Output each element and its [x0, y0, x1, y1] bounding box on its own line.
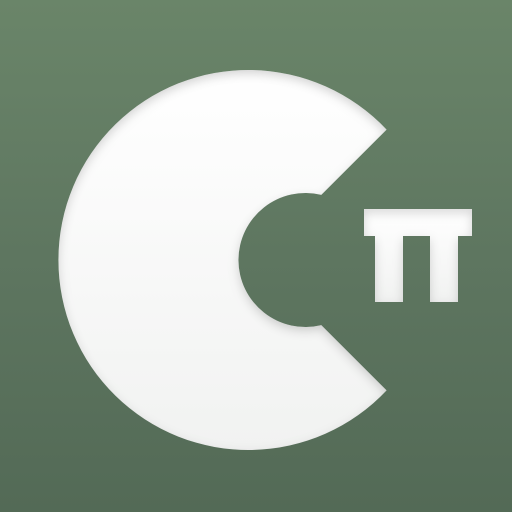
app-icon[interactable]: C π [0, 0, 512, 512]
logo-graphic [58, 70, 472, 450]
pi-symbol [364, 209, 472, 302]
letter-c-shape [58, 70, 387, 450]
